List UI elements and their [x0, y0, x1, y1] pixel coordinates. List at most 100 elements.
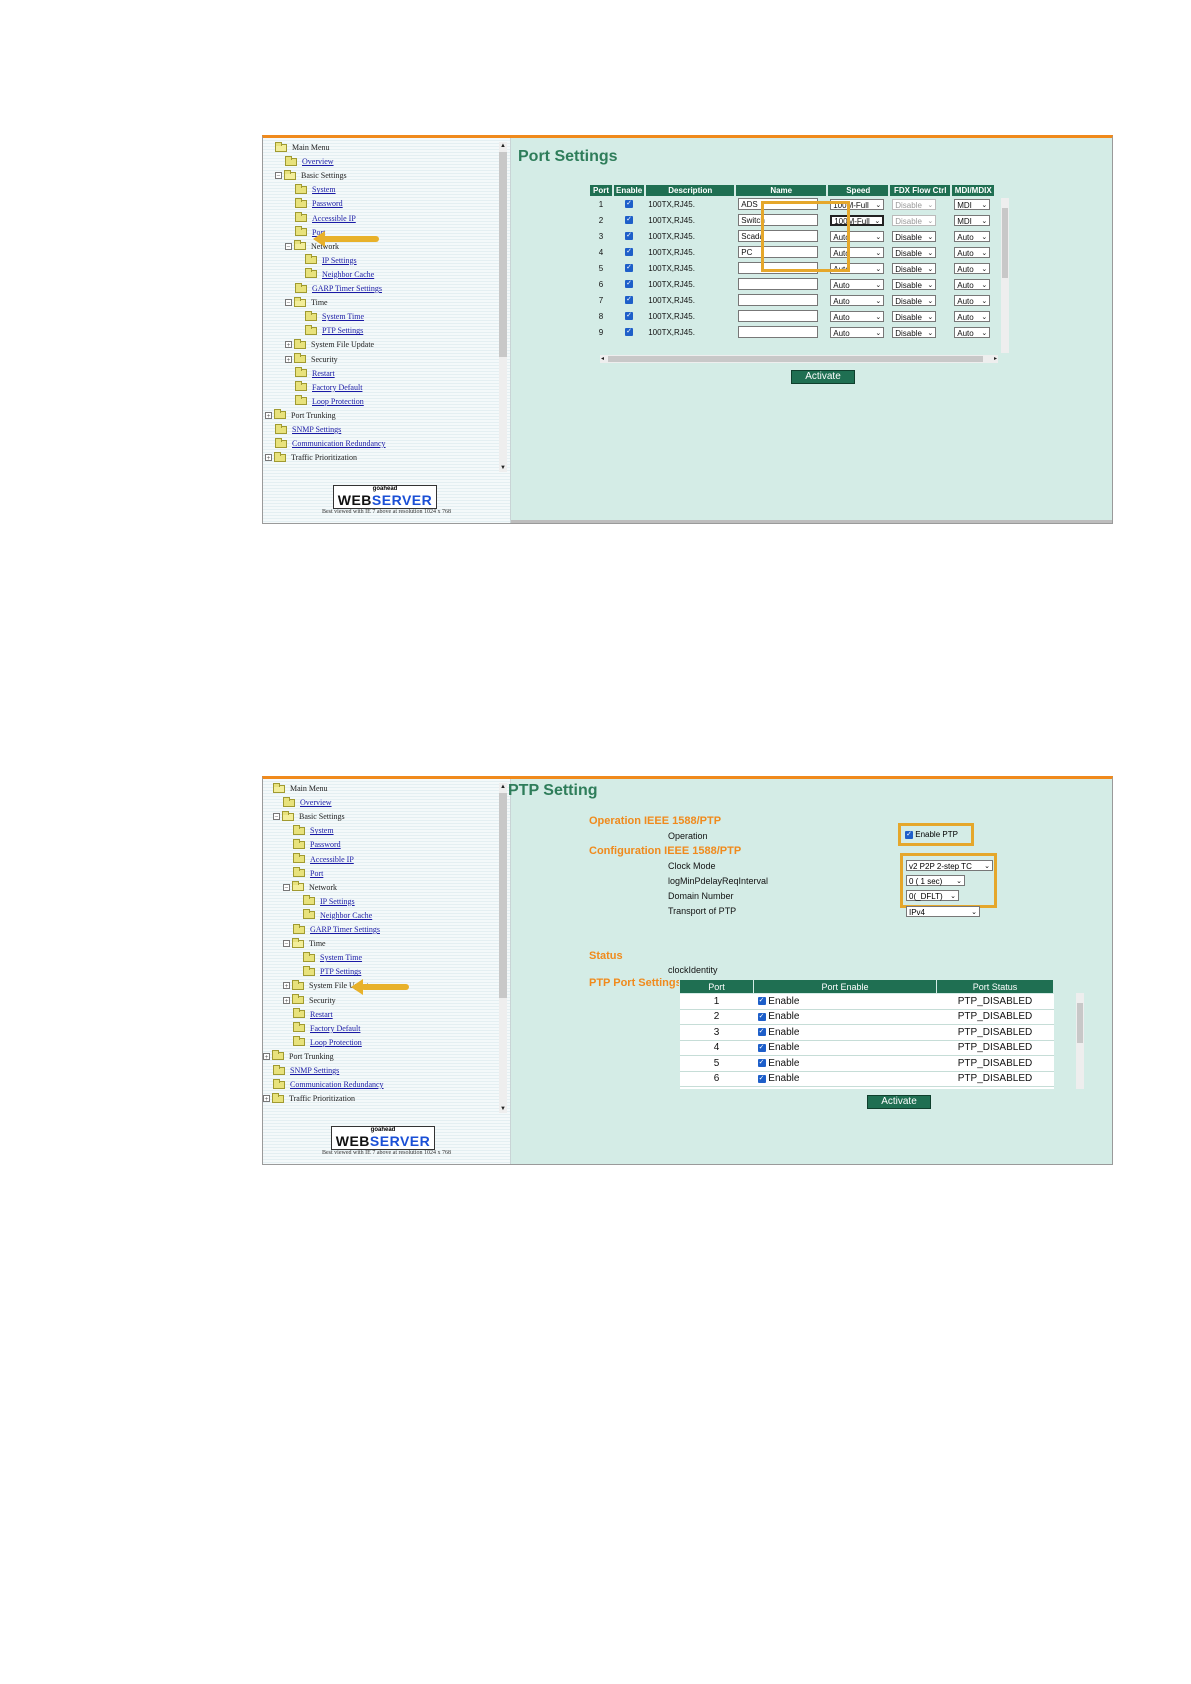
menu-item[interactable]: PTP Settings	[305, 323, 363, 338]
activate-button[interactable]: Activate	[867, 1095, 931, 1109]
menu-item[interactable]: Port	[293, 866, 323, 881]
menu-item-label[interactable]: GARP Timer Settings	[312, 284, 382, 293]
menu-item-label[interactable]: Overview	[300, 798, 332, 807]
mdi-select[interactable]: Auto ⌄	[954, 326, 991, 338]
enable-cell[interactable]: ✓	[614, 212, 644, 228]
menu-item[interactable]: PTP Settings	[303, 964, 361, 979]
expand-icon[interactable]: +	[285, 341, 292, 349]
mdi-select[interactable]: Auto ⌄	[954, 294, 991, 306]
scroll-thumb[interactable]	[499, 793, 507, 998]
mdi-select[interactable]: Auto ⌄	[954, 278, 991, 290]
fdx-select[interactable]: Disable ⌄	[892, 278, 937, 290]
horizontal-scroll-thumb[interactable]	[608, 356, 983, 362]
table-scroll-thumb[interactable]	[1002, 208, 1008, 278]
enable-cell[interactable]: ✓	[614, 308, 644, 324]
ptp-table-scroll-thumb[interactable]	[1077, 1003, 1083, 1043]
collapse-icon[interactable]: −	[273, 813, 280, 821]
menu-item[interactable]: Neighbor Cache	[303, 908, 372, 923]
scroll-up-icon[interactable]: ▲	[499, 142, 507, 150]
checkbox-checked-icon[interactable]: ✓	[625, 216, 634, 225]
checkbox-checked-icon[interactable]: ✓	[625, 296, 634, 305]
speed-select[interactable]: Auto ⌄	[830, 326, 885, 338]
bottom-scrollbar[interactable]	[511, 520, 1112, 523]
menu-item[interactable]: GARP Timer Settings	[295, 281, 382, 296]
menu-item[interactable]: IP Settings	[305, 253, 357, 268]
speed-select[interactable]: Auto ⌄	[830, 294, 885, 306]
expand-icon[interactable]: +	[283, 982, 290, 990]
fdx-select[interactable]: Disable ⌄	[892, 214, 937, 226]
name-input[interactable]	[738, 310, 819, 322]
mdi-select[interactable]: MDI ⌄	[954, 198, 991, 210]
menu-item[interactable]: GARP Timer Settings	[293, 922, 380, 937]
sidebar-scrollbar[interactable]: ▲ ▼	[499, 142, 507, 472]
menu-item-label[interactable]: IP Settings	[320, 897, 355, 906]
menu-item-label[interactable]: Neighbor Cache	[322, 270, 374, 279]
menu-item[interactable]: Loop Protection	[293, 1035, 362, 1050]
fdx-select[interactable]: Disable ⌄	[892, 326, 937, 338]
port-enable-cell[interactable]: ✓ Enable	[753, 1024, 937, 1041]
activate-button[interactable]: Activate	[791, 370, 855, 384]
collapse-icon[interactable]: −	[283, 940, 290, 948]
port-enable-cell[interactable]: ✓ Enable	[753, 1009, 937, 1025]
speed-select[interactable]: Auto ⌄	[830, 310, 885, 322]
menu-item[interactable]: System	[293, 823, 334, 838]
menu-item-label[interactable]: PTP Settings	[320, 967, 361, 976]
menu-item-label[interactable]: Restart	[310, 1010, 333, 1019]
table-horizontal-scrollbar[interactable]: ◂ ▸	[600, 355, 998, 363]
fdx-select[interactable]: Disable ⌄	[892, 230, 937, 242]
menu-item-label[interactable]: Overview	[302, 157, 334, 166]
scroll-up-icon[interactable]: ▲	[499, 783, 507, 791]
enable-cell[interactable]: ✓	[614, 292, 644, 308]
scroll-down-icon[interactable]: ▼	[499, 464, 507, 472]
name-input[interactable]	[738, 278, 819, 290]
menu-item[interactable]: Factory Default	[293, 1021, 360, 1036]
sidebar-scrollbar[interactable]: ▲ ▼	[499, 783, 507, 1113]
checkbox-checked-icon[interactable]: ✓	[757, 1043, 766, 1052]
collapse-icon[interactable]: −	[283, 883, 290, 891]
menu-item[interactable]: Overview	[285, 154, 334, 169]
enable-cell[interactable]: ✓	[614, 324, 644, 340]
scroll-left-icon[interactable]: ◂	[601, 355, 604, 363]
menu-item-label[interactable]: System Time	[322, 312, 364, 321]
collapse-icon[interactable]: −	[285, 242, 292, 250]
expand-icon[interactable]: +	[285, 355, 292, 363]
checkbox-checked-icon[interactable]: ✓	[625, 264, 634, 273]
checkbox-checked-icon[interactable]: ✓	[757, 1028, 766, 1037]
menu-item-label[interactable]: Factory Default	[312, 383, 362, 392]
expand-icon[interactable]: +	[263, 1052, 270, 1060]
menu-item-label[interactable]: PTP Settings	[322, 326, 363, 335]
port-enable-cell[interactable]: ✓ Enable	[753, 1040, 937, 1056]
enable-cell[interactable]: ✓	[614, 260, 644, 276]
menu-item-label[interactable]: System	[310, 826, 334, 835]
expand-icon[interactable]: +	[265, 454, 272, 462]
checkbox-checked-icon[interactable]: ✓	[625, 328, 634, 337]
expand-icon[interactable]: +	[263, 1095, 270, 1103]
menu-item[interactable]: Communication Redundancy	[273, 1077, 384, 1092]
checkbox-checked-icon[interactable]: ✓	[757, 1012, 766, 1021]
enable-cell[interactable]: ✓	[614, 196, 644, 212]
checkbox-checked-icon[interactable]: ✓	[625, 248, 634, 257]
menu-item[interactable]: Password	[295, 196, 343, 211]
menu-item-label[interactable]: Accessible IP	[312, 214, 356, 223]
port-enable-cell[interactable]: ✓ Enable	[753, 1086, 937, 1089]
menu-item-label[interactable]: Factory Default	[310, 1024, 360, 1033]
transport-select[interactable]: IPv4 ⌄	[906, 906, 980, 917]
menu-item[interactable]: Factory Default	[295, 380, 362, 395]
menu-item[interactable]: Restart	[293, 1007, 333, 1022]
fdx-select[interactable]: Disable ⌄	[892, 246, 937, 258]
menu-item-label[interactable]: Loop Protection	[312, 397, 364, 406]
menu-item-label[interactable]: Loop Protection	[310, 1038, 362, 1047]
expand-icon[interactable]: +	[283, 996, 290, 1004]
menu-item-label[interactable]: Neighbor Cache	[320, 911, 372, 920]
mdi-select[interactable]: Auto ⌄	[954, 310, 991, 322]
menu-item-label[interactable]: Communication Redundancy	[290, 1080, 384, 1089]
menu-item-label[interactable]: Port	[310, 869, 323, 878]
menu-item-label[interactable]: Accessible IP	[310, 855, 354, 864]
menu-item[interactable]: Loop Protection	[295, 394, 364, 409]
mdi-select[interactable]: Auto ⌄	[954, 230, 991, 242]
checkbox-checked-icon[interactable]: ✓	[757, 997, 766, 1006]
scroll-down-icon[interactable]: ▼	[499, 1105, 507, 1113]
menu-item-label[interactable]: System	[312, 185, 336, 194]
expand-icon[interactable]: +	[265, 411, 272, 419]
menu-item-label[interactable]: System Time	[320, 953, 362, 962]
